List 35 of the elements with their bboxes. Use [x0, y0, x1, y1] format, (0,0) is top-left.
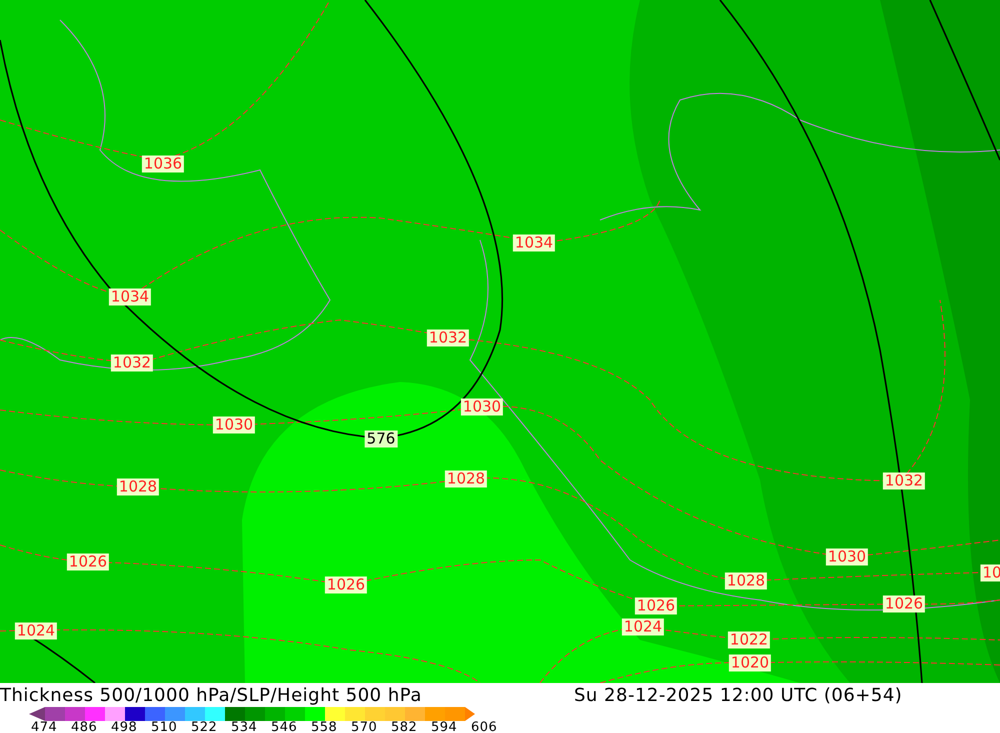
contour-label: 1026 [324, 576, 368, 594]
contour-label: 1024 [14, 622, 58, 640]
contour-label: 1022 [728, 632, 770, 648]
contour-label: 1026 [66, 554, 110, 570]
contour-label: 1030 [826, 548, 868, 566]
contour-label: 1026 [882, 596, 926, 612]
contour-label: 1034 [512, 234, 556, 252]
scale-value: 510 [151, 721, 178, 733]
contour-label: 576 [364, 430, 398, 448]
scale-value: 486 [71, 721, 98, 733]
map-title: Thickness 500/1000 hPa/SLP/Height 500 hPa [0, 684, 423, 706]
contour-label: 1036 [142, 156, 184, 172]
contour-label: 1030 [460, 398, 504, 416]
scale-value: 474 [31, 721, 58, 733]
scale-value: 498 [111, 721, 138, 733]
contour-label: 1032 [426, 330, 470, 346]
scale-value: 582 [391, 721, 418, 733]
contour-label: 1034 [108, 288, 152, 306]
scale-value: 594 [431, 721, 458, 733]
contour-label: 1026 [634, 598, 678, 614]
scale-value: 522 [191, 721, 218, 733]
scale-value: 606 [471, 721, 498, 733]
contour-label: 1032 [882, 472, 926, 490]
scale-value: 558 [311, 721, 338, 733]
scale-value: 534 [231, 721, 258, 733]
scale-value: 546 [271, 721, 298, 733]
forecast-time: Su 28-12-2025 12:00 UTC (06+54) [574, 684, 902, 706]
contour-label: 1020 [728, 654, 772, 672]
contour-label: 1028 [444, 470, 488, 488]
contour-label: 1030 [212, 416, 256, 434]
contour-label: 1028 [116, 478, 160, 496]
scale-value: 570 [351, 721, 378, 733]
contour-label: 1024 [622, 618, 664, 636]
contour-label: 1028 [724, 572, 768, 590]
contour-label: 1032 [110, 354, 154, 372]
